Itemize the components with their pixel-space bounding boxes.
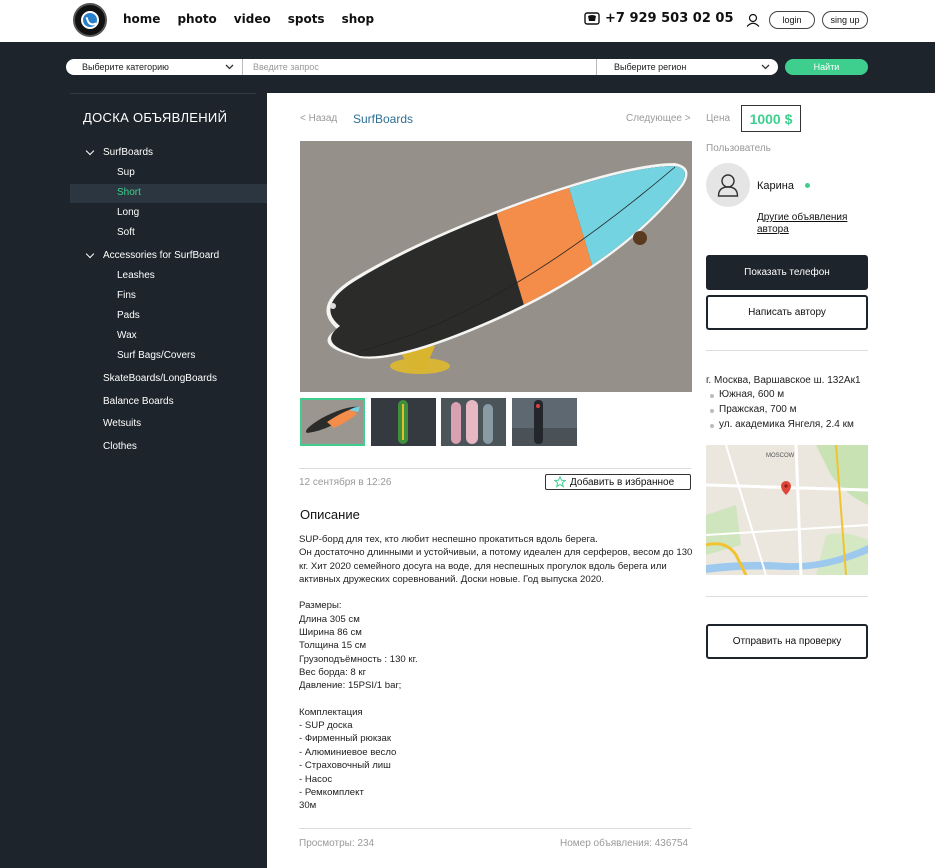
user-icon	[717, 174, 739, 197]
metro-station: ул. академика Янгеля, 2.4 км	[710, 419, 854, 430]
report-button[interactable]: Отправить на проверку	[706, 624, 868, 659]
price-value: 1000 $	[741, 105, 801, 132]
sidebar-item-wetsuits[interactable]: Wetsuits	[103, 418, 141, 429]
description-intro: SUP-борд для тех, кто любит неспешно про…	[299, 534, 693, 586]
add-to-favorites-button[interactable]: Добавить в избранное	[545, 474, 691, 490]
description-kit: Комплектация - SUP доска - Фирменный рюк…	[299, 706, 397, 812]
thumbnail-image	[302, 400, 363, 444]
signup-button[interactable]: sing up	[822, 11, 868, 29]
region-select[interactable]: Выберите регион	[597, 59, 778, 75]
sidebar-divider	[70, 93, 256, 94]
add-to-favorites-label: Добавить в избранное	[570, 476, 675, 488]
thumbnail-image	[371, 398, 436, 446]
map-city-label: MOSCOW	[766, 453, 795, 459]
next-link[interactable]: Следующее >	[626, 113, 691, 124]
thumbnail[interactable]	[441, 398, 506, 446]
sidebar-item-short[interactable]: Short	[117, 187, 141, 198]
nav-spots[interactable]: spots	[288, 12, 325, 26]
divider	[706, 350, 868, 351]
login-button[interactable]: login	[769, 11, 815, 29]
sidebar-title: ДОСКА ОБЪЯВЛЕНИЙ	[83, 110, 228, 125]
nav-photo[interactable]: photo	[177, 12, 216, 26]
find-button[interactable]: Найти	[785, 59, 868, 75]
search-bar: Выберите категорию Введите запрос Выбери…	[66, 59, 778, 75]
chevron-down-icon	[761, 64, 770, 70]
views-count: Просмотры: 234	[299, 838, 375, 849]
sidebar-item-pads[interactable]: Pads	[117, 310, 140, 321]
sidebar-item-balance-boards[interactable]: Balance Boards	[103, 396, 174, 407]
sidebar-item-long[interactable]: Long	[117, 207, 139, 218]
thumbnail-image	[512, 398, 577, 446]
sidebar-item-skateboards[interactable]: SkateBoards/LongBoards	[103, 373, 217, 384]
divider	[299, 828, 691, 829]
address: г. Москва, Варшавское ш. 132Ак1	[706, 375, 861, 386]
region-select-label: Выберите регион	[614, 62, 687, 72]
nav-shop[interactable]: shop	[342, 12, 375, 26]
phone-contact[interactable]: +7 929 503 02 05	[584, 11, 734, 26]
thumbnail[interactable]	[371, 398, 436, 446]
sidebar-item-leashes[interactable]: Leashes	[117, 270, 155, 281]
write-author-button[interactable]: Написать автору	[706, 295, 868, 330]
price-label: Цена	[706, 113, 731, 124]
star-icon	[554, 476, 566, 488]
ad-number: Номер объявления: 436754	[560, 838, 689, 849]
active-item-highlight	[70, 184, 267, 203]
top-header: home photo video spots shop +7 929 503 0…	[0, 0, 935, 42]
main-nav: home photo video spots shop	[123, 12, 391, 26]
sidebar-item-clothes[interactable]: Clothes	[103, 441, 137, 452]
thumbnail-image	[441, 398, 506, 446]
sidebar-item-wax[interactable]: Wax	[117, 330, 137, 341]
divider	[299, 468, 691, 469]
seller-name[interactable]: Карина	[757, 180, 794, 192]
avatar[interactable]	[706, 163, 750, 207]
description-text: SUP-борд для тех, кто любит неспешно про…	[299, 533, 695, 813]
show-phone-button[interactable]: Показать телефон	[706, 255, 868, 290]
chevron-down-icon	[225, 64, 234, 70]
description-title: Описание	[300, 507, 360, 522]
logo-emblem	[81, 11, 99, 29]
surfboard-image	[300, 141, 692, 392]
back-link[interactable]: < Назад	[300, 113, 337, 124]
map-image: MOSCOW	[706, 445, 868, 575]
other-ads-link[interactable]: Другие объявления автора	[757, 212, 867, 236]
main-photo[interactable]	[300, 141, 692, 392]
location-map[interactable]: MOSCOW	[706, 445, 868, 575]
logo[interactable]	[73, 3, 107, 37]
user-icon[interactable]	[746, 13, 760, 27]
sidebar-item-accessories[interactable]: Accessories for SurfBoard	[103, 250, 219, 261]
divider	[706, 596, 868, 597]
sidebar-item-fins[interactable]: Fins	[117, 290, 136, 301]
thumbnail[interactable]	[512, 398, 577, 446]
search-input[interactable]: Введите запрос	[242, 59, 597, 75]
listing-date: 12 сентября в 12:26	[299, 477, 392, 488]
sidebar-item-sup[interactable]: Sup	[117, 167, 135, 178]
phone-icon	[584, 12, 600, 25]
sidebar-item-soft[interactable]: Soft	[117, 227, 135, 238]
thumbnail[interactable]	[300, 398, 365, 446]
seller-label: Пользователь	[706, 143, 771, 154]
online-status-dot	[805, 183, 810, 188]
nav-video[interactable]: video	[234, 12, 271, 26]
nav-home[interactable]: home	[123, 12, 160, 26]
breadcrumb[interactable]: SurfBoards	[353, 112, 413, 126]
description-sizes: Размеры: Длина 305 см Ширина 86 см Толщи…	[299, 600, 418, 692]
sidebar-item-surf-bags[interactable]: Surf Bags/Covers	[117, 350, 195, 361]
category-select[interactable]: Выберите категорию	[66, 59, 242, 75]
category-select-label: Выберите категорию	[82, 62, 169, 72]
phone-number: +7 929 503 02 05	[605, 11, 734, 26]
sidebar-item-surfboards[interactable]: SurfBoards	[103, 147, 153, 158]
metro-station: Пражская, 700 м	[710, 404, 796, 415]
chevron-down-icon	[85, 249, 95, 259]
chevron-down-icon	[85, 146, 95, 156]
metro-station: Южная, 600 м	[710, 389, 784, 400]
